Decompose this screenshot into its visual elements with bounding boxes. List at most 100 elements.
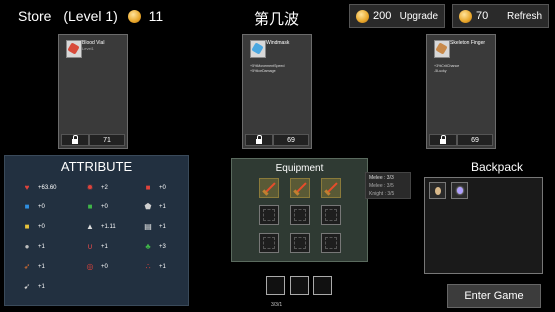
stat-value: +63.60 xyxy=(38,185,57,191)
quick-slot[interactable] xyxy=(266,276,285,295)
clover-icon: ♣ xyxy=(145,242,151,251)
wave-title: 第几波 xyxy=(254,11,300,28)
blood-vial-icon xyxy=(67,42,80,55)
document-icon: ▤ xyxy=(144,222,152,231)
feather-icon: ➹ xyxy=(23,282,31,291)
item-price[interactable]: 69 xyxy=(273,134,309,146)
heart-icon: ♥ xyxy=(24,183,30,192)
slot-counter: 3/3/1 xyxy=(271,302,283,308)
sword-icon xyxy=(264,182,276,194)
orb-icon xyxy=(456,187,463,194)
attribute-stat: ■ +0 xyxy=(85,202,108,212)
lock-button[interactable] xyxy=(429,134,457,146)
sword-icon xyxy=(295,182,307,194)
attribute-stat: ■ +0 xyxy=(22,202,45,212)
item-art xyxy=(66,40,82,58)
refresh-button[interactable]: 70 Refresh xyxy=(452,4,549,28)
upgrade-label: Upgrade xyxy=(399,10,438,22)
stat-value: +0 xyxy=(159,185,166,191)
coin-icon xyxy=(356,9,369,23)
lock-button[interactable] xyxy=(61,134,89,146)
item-price[interactable]: 71 xyxy=(89,134,125,146)
attribute-stat: ⬟ +1 xyxy=(143,202,166,212)
attribute-panel: ATTRIBUTE ♥ +63.60 ✹ +2 ■ +0 ■ +0 ■ +0 ⬟ +1 ■ +0 ▲ +1.1… xyxy=(4,155,189,306)
dots-icon: ∴ xyxy=(145,262,151,271)
item-effect: -5Lucky xyxy=(434,69,447,73)
stat-value: +0 xyxy=(38,224,45,230)
attribute-title: ATTRIBUTE xyxy=(60,159,133,174)
equipment-slot[interactable] xyxy=(259,205,279,225)
skeleton-finger-icon xyxy=(435,42,448,55)
weapon-slot[interactable] xyxy=(259,178,279,198)
equipment-slot[interactable] xyxy=(290,233,310,253)
item-level: Level1 xyxy=(82,46,94,51)
refresh-label: Refresh xyxy=(506,10,542,22)
attribute-stat: ♣ +3 xyxy=(143,242,165,252)
blue-fist-icon: ■ xyxy=(24,202,30,211)
windmask-icon xyxy=(251,42,264,55)
quick-slot[interactable] xyxy=(313,276,332,295)
shop-card[interactable]: Windmask +5%MovementSpeed +5%IceDamage 6… xyxy=(242,34,312,149)
set-count: Melee : 3/3 xyxy=(369,175,394,181)
armor-icon: ⬟ xyxy=(144,202,152,211)
coin-icon xyxy=(127,9,141,23)
target-icon: ◎ xyxy=(86,262,94,271)
item-price[interactable]: 69 xyxy=(457,134,493,146)
backpack-item[interactable] xyxy=(451,182,468,199)
lock-icon xyxy=(256,134,262,144)
red-fist-icon: ■ xyxy=(145,183,151,192)
stat-value: +1 xyxy=(159,204,166,210)
crit-arrow-icon: ➶ xyxy=(23,262,31,271)
group-icon: ● xyxy=(24,242,30,251)
stat-value: +0 xyxy=(101,264,108,270)
weapon-slot[interactable] xyxy=(321,178,341,198)
attribute-stat: ▲ +1.11 xyxy=(85,222,116,232)
boot-icon: ▲ xyxy=(86,222,94,231)
item-effect: +5%IceDamage xyxy=(250,69,276,73)
stat-value: +1.11 xyxy=(101,224,116,230)
weapon-slot[interactable] xyxy=(290,178,310,198)
equipment-slot[interactable] xyxy=(321,233,341,253)
coin-count: 11 xyxy=(148,8,164,24)
equipment-slot[interactable] xyxy=(321,205,341,225)
lock-icon xyxy=(440,134,446,144)
store-title: Store xyxy=(18,8,52,24)
attribute-stat: ➶ +1 xyxy=(22,262,45,272)
set-count: Knight : 3/5 xyxy=(369,191,395,197)
enter-game-button[interactable]: Enter Game xyxy=(447,284,541,308)
set-bonus-counts: Melee : 3/3 Melee : 3/5 Knight : 3/5 xyxy=(365,172,411,199)
refresh-cost: 70 xyxy=(476,10,489,22)
stat-value: +1 xyxy=(159,264,166,270)
equipment-slot[interactable] xyxy=(259,233,279,253)
set-count: Melee : 3/5 xyxy=(369,183,394,189)
coin-icon xyxy=(459,9,472,23)
item-description: +5%MovementSpeed +5%IceDamage xyxy=(250,64,284,74)
attribute-stat: ∪ +1 xyxy=(85,242,108,252)
shop-card[interactable]: Skeleton Finger +3%CritChance -5Lucky 69 xyxy=(426,34,496,149)
stat-value: +1 xyxy=(101,244,108,250)
store-header: Store (Level 1) 11 xyxy=(18,8,163,24)
quick-slot[interactable] xyxy=(290,276,309,295)
upgrade-button[interactable]: 200 Upgrade xyxy=(349,4,445,28)
attribute-stat: ● +1 xyxy=(22,242,45,252)
attribute-stat: ✹ +2 xyxy=(85,183,108,193)
yellow-fist-icon: ■ xyxy=(24,222,30,231)
attribute-stat: ■ +0 xyxy=(143,183,166,193)
stat-value: +2 xyxy=(101,185,108,191)
shop-card[interactable]: Blood Vial Level1 71 xyxy=(58,34,128,149)
stat-value: +1 xyxy=(38,284,45,290)
item-description: +3%CritChance -5Lucky xyxy=(434,64,459,74)
backpack-item[interactable] xyxy=(429,182,446,199)
upgrade-cost: 200 xyxy=(373,10,392,22)
stat-value: +0 xyxy=(38,204,45,210)
backpack-title: Backpack xyxy=(471,160,524,174)
attribute-stat: ▤ +1 xyxy=(143,222,166,232)
green-fist-icon: ■ xyxy=(87,202,93,211)
stat-value: +1 xyxy=(38,264,45,270)
lock-icon xyxy=(72,134,78,144)
magnet-icon: ∪ xyxy=(87,242,93,251)
store-level: (Level 1) xyxy=(63,8,118,24)
equipment-slot[interactable] xyxy=(290,205,310,225)
attribute-stat: ➹ +1 xyxy=(22,282,45,292)
lock-button[interactable] xyxy=(245,134,273,146)
